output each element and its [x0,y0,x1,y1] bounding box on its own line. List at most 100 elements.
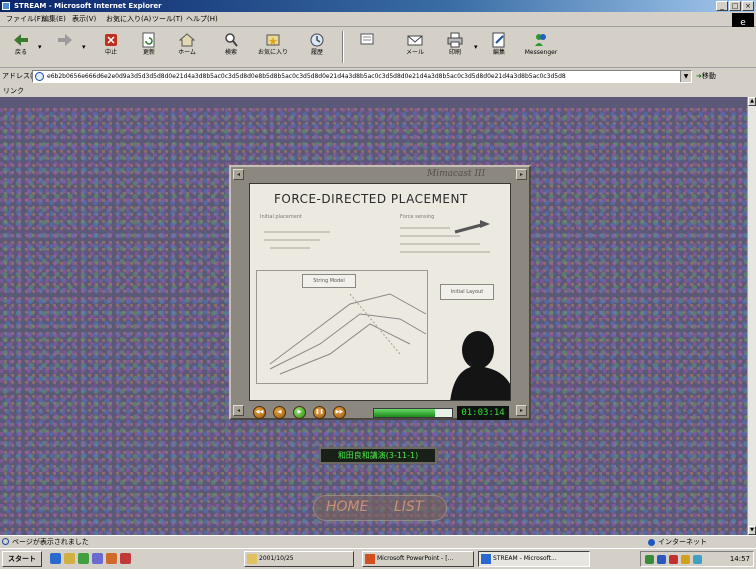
toolbar-separator [342,31,344,63]
edit-button[interactable]: 編集 [482,29,516,65]
task-folder-label: 2001/10/25 [259,555,294,562]
channel-icon [360,33,374,45]
standard-toolbar: 戻る ▾ ▾ 中止 更新 ホーム 検索 お気に入り 履歴 メール 印刷 ▾ 編集… [0,27,756,68]
corner-button-top-right[interactable]: ▸ [516,169,527,180]
menu-favorites[interactable]: お気に入り(A) [106,13,151,25]
address-dropdown-icon[interactable]: ▼ [680,71,691,82]
favorites-icon [266,34,280,46]
forward-dropdown-arrow[interactable]: ▾ [82,43,86,51]
tray-volume-icon[interactable] [681,555,690,564]
messenger-button[interactable]: Messenger [524,29,558,65]
start-button[interactable]: スタート [2,551,42,567]
playback-progress-bar[interactable] [373,408,453,418]
refresh-button[interactable]: 更新 [132,29,166,65]
history-icon [310,33,324,47]
maximize-button[interactable]: □ [729,1,741,11]
system-tray: 14:57 [640,551,754,567]
corner-button-bottom-right[interactable]: ▸ [516,405,527,416]
mail-label: メール [405,49,424,56]
quicklaunch-media-icon[interactable] [106,553,117,564]
menu-edit[interactable]: 編集(E) [42,13,66,25]
edit-label: 編集 [492,49,505,56]
ie-icon [481,554,491,564]
address-bar: アドレス(D) e6b2b0656e666d6e2e0d9a3d5d3d5d8d… [0,68,756,85]
quicklaunch-app-icon[interactable] [92,553,103,564]
quicklaunch-folder-icon[interactable] [64,553,75,564]
back-arrow-icon [14,34,28,46]
player-logo: Mimacast III [427,169,486,179]
address-url: e6b2b0656e666d6e2e0d9a3d5d3d5d8d0e21d4a3… [47,73,566,80]
play-button[interactable]: ▶ [293,406,306,419]
scroll-down-arrow-icon[interactable]: ▼ [748,526,756,535]
home-button[interactable]: ホーム [170,29,204,65]
zone-label: インターネット [658,538,707,546]
channel-button[interactable] [350,29,384,65]
page-content: Mimacast III ◂ ▸ ◂ ▸ FORCE-DIRECTED PLAC… [0,108,747,535]
home-icon [178,33,196,47]
folder-icon [247,554,257,564]
quicklaunch-extra-icon[interactable] [120,553,131,564]
security-zone: インターネット [648,536,707,548]
player-controls: ◀◀ ◀ ▶ ❚❚ ▶▶ 01:03:14 [247,406,515,420]
window-title: STREAM - Microsoft Internet Explorer [14,2,162,10]
favorites-button[interactable]: お気に入り [256,29,290,65]
forward-button[interactable] [48,29,82,65]
minimize-button[interactable]: _ [716,1,728,11]
tray-ime-icon[interactable] [657,555,666,564]
menu-view[interactable]: 表示(V) [72,13,96,25]
go-button[interactable]: ➜移動 [696,70,756,83]
search-icon [225,33,238,47]
quicklaunch-ie-icon[interactable] [50,553,61,564]
print-button[interactable]: 印刷 [438,29,472,65]
menu-tools[interactable]: ツール(T) [152,13,183,25]
page-navigation: HOME LIST [313,495,447,521]
print-dropdown-arrow[interactable]: ▾ [474,43,478,51]
menu-file[interactable]: ファイル(F) [6,13,44,25]
print-icon [447,32,463,48]
video-player: Mimacast III ◂ ▸ ◂ ▸ FORCE-DIRECTED PLAC… [229,165,531,420]
address-input[interactable]: e6b2b0656e666d6e2e0d9a3d5d3d5d8d0e21d4a3… [32,70,692,83]
mail-button[interactable]: メール [398,29,432,65]
back-button[interactable]: 戻る [4,29,38,65]
home-label: ホーム [178,49,196,56]
task-browser-button[interactable]: STREAM - Microsoft... [478,551,590,567]
search-button[interactable]: 検索 [214,29,248,65]
tray-network-icon[interactable] [645,555,654,564]
video-screen[interactable]: FORCE-DIRECTED PLACEMENT Initial placeme… [249,183,511,401]
messenger-label: Messenger [524,49,558,56]
links-label[interactable]: リンク [3,85,24,97]
progress-fill [374,409,435,417]
slide-plot-area [256,270,428,384]
fast-forward-button[interactable]: ▶▶ [333,406,346,419]
scroll-up-arrow-icon[interactable]: ▲ [748,97,756,106]
step-back-button[interactable]: ◀ [273,406,286,419]
powerpoint-icon [365,554,375,564]
vertical-scrollbar[interactable]: ▲ ▼ [747,97,756,535]
corner-button-top-left[interactable]: ◂ [233,169,244,180]
history-button[interactable]: 履歴 [300,29,334,65]
internet-zone-icon [648,538,655,546]
menu-help[interactable]: ヘルプ(H) [186,13,218,25]
pause-button[interactable]: ❚❚ [313,406,326,419]
lecture-caption: 和田良和講演(3-11-1) [319,447,437,464]
close-button[interactable]: × [742,1,754,11]
list-link[interactable]: LIST [394,499,423,515]
mail-icon [407,35,423,46]
window-title-bar[interactable]: STREAM - Microsoft Internet Explorer _ □… [0,0,756,12]
task-folder-button[interactable]: 2001/10/25 [244,551,354,567]
stop-button[interactable]: 中止 [94,29,128,65]
go-label: 移動 [701,72,716,80]
rewind-button[interactable]: ◀◀ [253,406,266,419]
tray-messenger-icon[interactable] [693,555,702,564]
presenter-silhouette [450,331,510,400]
edit-icon [492,32,505,48]
page-icon [35,72,44,81]
tray-antivirus-icon[interactable] [669,555,678,564]
taskbar-clock[interactable]: 14:57 [730,552,750,566]
corner-button-bottom-left[interactable]: ◂ [233,405,244,416]
quicklaunch-desktop-icon[interactable] [78,553,89,564]
home-link[interactable]: HOME [326,499,368,515]
page-top-background [0,97,756,108]
task-powerpoint-button[interactable]: Microsoft PowerPoint - [... [362,551,474,567]
back-dropdown-arrow[interactable]: ▾ [38,43,42,51]
